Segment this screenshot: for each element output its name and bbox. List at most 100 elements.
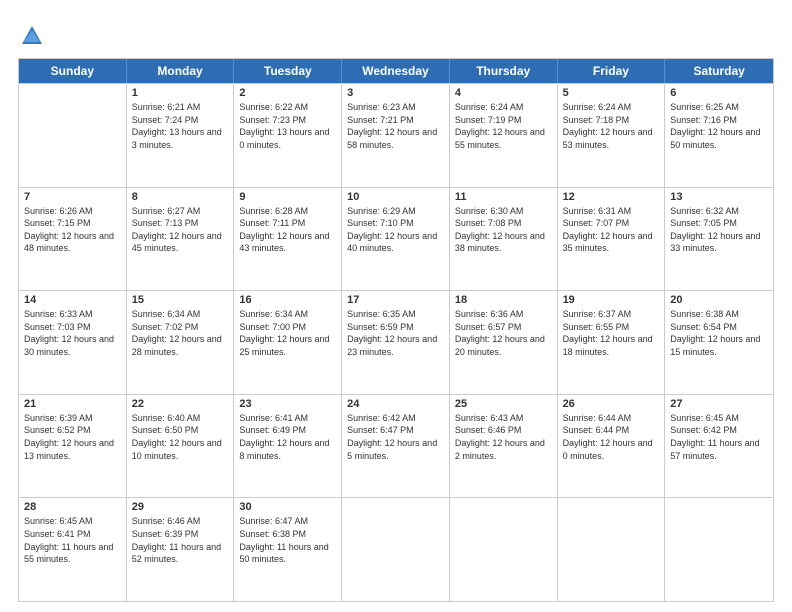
- cell-info: Sunrise: 6:40 AMSunset: 6:50 PMDaylight:…: [132, 412, 229, 462]
- cal-cell: 5Sunrise: 6:24 AMSunset: 7:18 PMDaylight…: [558, 84, 666, 187]
- cal-cell: 13 Sunrise: 6:32 AMSunset: 7:05 PMDayligh…: [665, 188, 773, 291]
- cal-header-cell: Thursday: [450, 59, 558, 83]
- cal-cell: 17Sunrise: 6:35 AMSunset: 6:59 PMDayligh…: [342, 291, 450, 394]
- cell-info: Sunrise: 6:47 AMSunset: 6:38 PMDaylight:…: [239, 515, 336, 565]
- cell-info: Sunrise: 6:28 AMSunset: 7:11 PMDaylight:…: [239, 205, 336, 255]
- cal-week-4: 21Sunrise: 6:39 AMSunset: 6:52 PMDayligh…: [19, 394, 773, 498]
- logo: [18, 22, 49, 50]
- cal-cell: 15 Sunrise: 6:34 AMSunset: 7:02 PMDayligh…: [127, 291, 235, 394]
- cell-day-number: 13: [670, 191, 768, 203]
- cal-header-cell: Sunday: [19, 59, 127, 83]
- cal-cell: 21Sunrise: 6:39 AMSunset: 6:52 PMDayligh…: [19, 395, 127, 498]
- header: [18, 18, 774, 50]
- cell-day-number: 8: [132, 191, 229, 203]
- cal-cell: 30 Sunrise: 6:47 AMSunset: 6:38 PMDayligh…: [234, 498, 342, 601]
- cell-info: Sunrise: 6:43 AMSunset: 6:46 PMDaylight:…: [455, 412, 552, 462]
- cell-day-number: 19: [563, 294, 660, 306]
- cell-day-number: 6: [670, 87, 768, 99]
- cell-day-number: 1: [132, 87, 229, 99]
- cell-info: Sunrise: 6:30 AMSunset: 7:08 PMDaylight:…: [455, 205, 552, 255]
- cal-week-1: 1 Sunrise: 6:21 AMSunset: 7:24 PMDaylight…: [19, 83, 773, 187]
- cell-day-number: 30: [239, 501, 336, 513]
- cell-info: Sunrise: 6:26 AMSunset: 7:15 PMDaylight:…: [24, 205, 121, 255]
- cell-info: Sunrise: 6:38 AMSunset: 6:54 PMDaylight:…: [670, 308, 768, 358]
- cal-cell: 1 Sunrise: 6:21 AMSunset: 7:24 PMDaylight…: [127, 84, 235, 187]
- cell-day-number: 22: [132, 398, 229, 410]
- cal-cell: [450, 498, 558, 601]
- cal-cell: 10 Sunrise: 6:29 AMSunset: 7:10 PMDayligh…: [342, 188, 450, 291]
- cal-header-cell: Tuesday: [234, 59, 342, 83]
- cal-cell: 20 Sunrise: 6:38 AMSunset: 6:54 PMDayligh…: [665, 291, 773, 394]
- cal-header-cell: Saturday: [665, 59, 773, 83]
- cell-info: Sunrise: 6:25 AMSunset: 7:16 PMDaylight:…: [670, 101, 768, 151]
- cell-info: Sunrise: 6:34 AMSunset: 7:00 PMDaylight:…: [239, 308, 336, 358]
- cell-info: Sunrise: 6:42 AMSunset: 6:47 PMDaylight:…: [347, 412, 444, 462]
- page: SundayMondayTuesdayWednesdayThursdayFrid…: [0, 0, 792, 612]
- cal-week-5: 28Sunrise: 6:45 AMSunset: 6:41 PMDayligh…: [19, 497, 773, 601]
- cal-cell: 4Sunrise: 6:24 AMSunset: 7:19 PMDaylight…: [450, 84, 558, 187]
- cell-info: Sunrise: 6:37 AMSunset: 6:55 PMDaylight:…: [563, 308, 660, 358]
- cal-cell: 29 Sunrise: 6:46 AMSunset: 6:39 PMDayligh…: [127, 498, 235, 601]
- cell-day-number: 24: [347, 398, 444, 410]
- cell-info: Sunrise: 6:21 AMSunset: 7:24 PMDaylight:…: [132, 101, 229, 151]
- cal-cell: 8 Sunrise: 6:27 AMSunset: 7:13 PMDaylight…: [127, 188, 235, 291]
- cell-info: Sunrise: 6:32 AMSunset: 7:05 PMDaylight:…: [670, 205, 768, 255]
- cell-info: Sunrise: 6:27 AMSunset: 7:13 PMDaylight:…: [132, 205, 229, 255]
- cal-cell: 6 Sunrise: 6:25 AMSunset: 7:16 PMDaylight…: [665, 84, 773, 187]
- cell-day-number: 26: [563, 398, 660, 410]
- cell-day-number: 21: [24, 398, 121, 410]
- cell-day-number: 25: [455, 398, 552, 410]
- cal-cell: 28Sunrise: 6:45 AMSunset: 6:41 PMDayligh…: [19, 498, 127, 601]
- cell-day-number: 28: [24, 501, 121, 513]
- cal-cell: 24 Sunrise: 6:42 AMSunset: 6:47 PMDayligh…: [342, 395, 450, 498]
- cell-day-number: 23: [239, 398, 336, 410]
- logo-icon: [18, 22, 46, 50]
- cell-info: Sunrise: 6:31 AMSunset: 7:07 PMDaylight:…: [563, 205, 660, 255]
- cal-cell: 3 Sunrise: 6:23 AMSunset: 7:21 PMDaylight…: [342, 84, 450, 187]
- cal-cell: 7 Sunrise: 6:26 AMSunset: 7:15 PMDaylight…: [19, 188, 127, 291]
- cell-day-number: 9: [239, 191, 336, 203]
- cell-info: Sunrise: 6:45 AMSunset: 6:42 PMDaylight:…: [670, 412, 768, 462]
- cell-day-number: 17: [347, 294, 444, 306]
- cell-day-number: 16: [239, 294, 336, 306]
- cal-cell: 27Sunrise: 6:45 AMSunset: 6:42 PMDayligh…: [665, 395, 773, 498]
- cal-cell: 16 Sunrise: 6:34 AMSunset: 7:00 PMDayligh…: [234, 291, 342, 394]
- cell-info: Sunrise: 6:44 AMSunset: 6:44 PMDaylight:…: [563, 412, 660, 462]
- cell-day-number: 14: [24, 294, 121, 306]
- cal-cell: [558, 498, 666, 601]
- cal-cell: 26 Sunrise: 6:44 AMSunset: 6:44 PMDayligh…: [558, 395, 666, 498]
- cell-info: Sunrise: 6:33 AMSunset: 7:03 PMDaylight:…: [24, 308, 121, 358]
- cell-day-number: 3: [347, 87, 444, 99]
- cell-info: Sunrise: 6:23 AMSunset: 7:21 PMDaylight:…: [347, 101, 444, 151]
- cell-info: Sunrise: 6:24 AMSunset: 7:18 PMDaylight:…: [563, 101, 660, 151]
- cell-info: Sunrise: 6:22 AMSunset: 7:23 PMDaylight:…: [239, 101, 336, 151]
- cell-info: Sunrise: 6:29 AMSunset: 7:10 PMDaylight:…: [347, 205, 444, 255]
- cell-day-number: 10: [347, 191, 444, 203]
- cal-header-cell: Friday: [558, 59, 666, 83]
- cell-day-number: 11: [455, 191, 552, 203]
- cal-cell: 2 Sunrise: 6:22 AMSunset: 7:23 PMDaylight…: [234, 84, 342, 187]
- cell-info: Sunrise: 6:36 AMSunset: 6:57 PMDaylight:…: [455, 308, 552, 358]
- cell-day-number: 29: [132, 501, 229, 513]
- cell-info: Sunrise: 6:46 AMSunset: 6:39 PMDaylight:…: [132, 515, 229, 565]
- cal-week-3: 14 Sunrise: 6:33 AMSunset: 7:03 PMDayligh…: [19, 290, 773, 394]
- cal-header-cell: Monday: [127, 59, 235, 83]
- cal-cell: 22 Sunrise: 6:40 AMSunset: 6:50 PMDayligh…: [127, 395, 235, 498]
- cell-day-number: 2: [239, 87, 336, 99]
- cal-week-2: 7 Sunrise: 6:26 AMSunset: 7:15 PMDaylight…: [19, 187, 773, 291]
- cell-info: Sunrise: 6:34 AMSunset: 7:02 PMDaylight:…: [132, 308, 229, 358]
- cell-day-number: 7: [24, 191, 121, 203]
- cell-day-number: 20: [670, 294, 768, 306]
- calendar: SundayMondayTuesdayWednesdayThursdayFrid…: [18, 58, 774, 602]
- cell-info: Sunrise: 6:41 AMSunset: 6:49 PMDaylight:…: [239, 412, 336, 462]
- cal-cell: 11 Sunrise: 6:30 AMSunset: 7:08 PMDayligh…: [450, 188, 558, 291]
- cal-cell: [665, 498, 773, 601]
- cell-day-number: 15: [132, 294, 229, 306]
- cal-cell: 25 Sunrise: 6:43 AMSunset: 6:46 PMDayligh…: [450, 395, 558, 498]
- cal-cell: [19, 84, 127, 187]
- cal-cell: 23 Sunrise: 6:41 AMSunset: 6:49 PMDayligh…: [234, 395, 342, 498]
- cal-cell: 14 Sunrise: 6:33 AMSunset: 7:03 PMDayligh…: [19, 291, 127, 394]
- cal-header-cell: Wednesday: [342, 59, 450, 83]
- cal-cell: 12Sunrise: 6:31 AMSunset: 7:07 PMDayligh…: [558, 188, 666, 291]
- calendar-header-row: SundayMondayTuesdayWednesdayThursdayFrid…: [19, 59, 773, 83]
